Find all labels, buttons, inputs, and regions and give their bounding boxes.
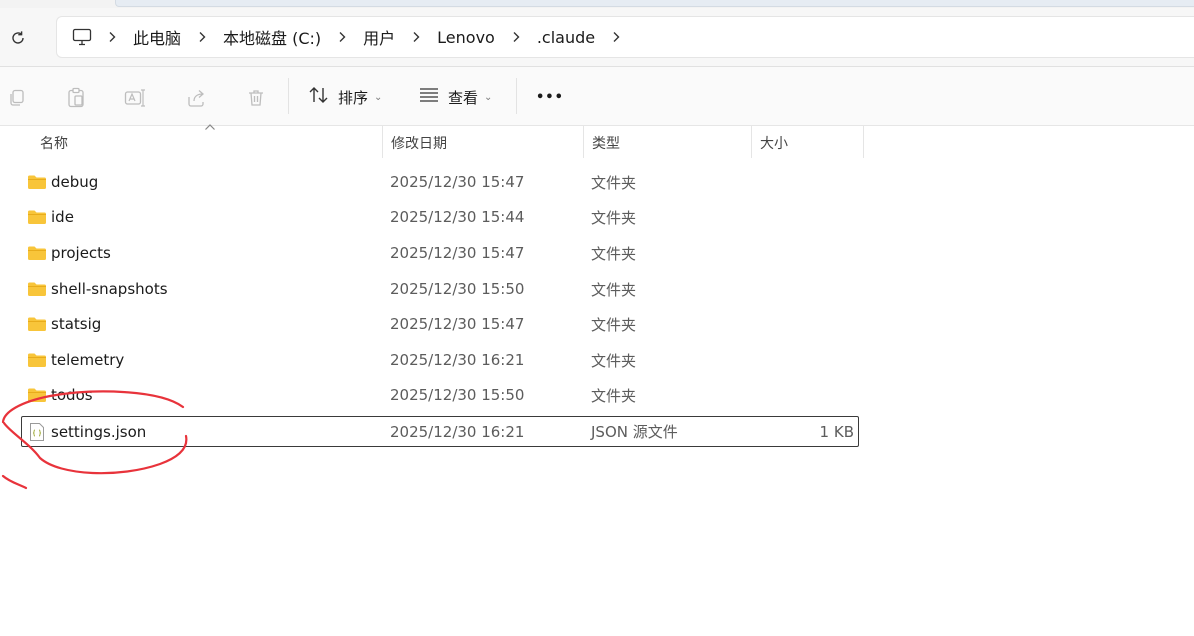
file-name: projects	[51, 244, 111, 262]
folder-icon	[27, 172, 47, 192]
view-button[interactable]: 查看 ⌄	[418, 81, 492, 113]
list-item-selected-file[interactable]: settings.json 2025/12/30 16:21 JSON 源文件 …	[21, 416, 859, 447]
file-date: 2025/12/30 15:50	[390, 280, 525, 298]
breadcrumb-claude[interactable]: .claude	[529, 24, 603, 51]
file-name: settings.json	[51, 422, 147, 441]
breadcrumb-chevron-icon[interactable]	[503, 24, 529, 50]
file-name: debug	[51, 173, 99, 191]
breadcrumb-lenovo[interactable]: Lenovo	[429, 24, 503, 51]
command-bar	[0, 67, 1194, 125]
breadcrumb-chevron-icon[interactable]	[403, 24, 429, 50]
breadcrumb-chevron-icon[interactable]	[99, 24, 125, 50]
list-item-folder[interactable]: debug 2025/12/30 15:47 文件夹	[21, 165, 859, 199]
breadcrumb-chevron-icon[interactable]	[603, 24, 629, 50]
list-item-folder[interactable]: statsig 2025/12/30 15:47 文件夹	[21, 307, 859, 341]
file-date: 2025/12/30 16:21	[390, 351, 525, 369]
list-item-folder[interactable]: ide 2025/12/30 15:44 文件夹	[21, 200, 859, 234]
file-name: telemetry	[51, 351, 125, 369]
list-item-folder[interactable]: projects 2025/12/30 15:47 文件夹	[21, 236, 859, 270]
delete-icon[interactable]	[242, 84, 270, 112]
sort-button[interactable]: 排序 ⌄	[308, 81, 382, 113]
breadcrumb-this-pc[interactable]: 此电脑	[125, 21, 189, 53]
breadcrumb-local-disk[interactable]: 本地磁盘 (C:)	[215, 21, 329, 53]
file-name: todos	[51, 386, 93, 404]
tab-strip-edge	[115, 0, 1194, 7]
list-item-folder[interactable]: telemetry 2025/12/30 16:21 文件夹	[21, 343, 859, 377]
file-date: 2025/12/30 15:47	[390, 173, 525, 191]
breadcrumb-chevron-icon[interactable]	[329, 24, 355, 50]
folder-icon	[27, 385, 47, 405]
file-size: 1 KB	[819, 422, 854, 441]
file-type: 文件夹	[591, 351, 637, 370]
refresh-icon[interactable]	[6, 26, 30, 50]
toolbar-separator	[516, 78, 517, 114]
file-type: 文件夹	[591, 244, 637, 263]
sort-icon	[308, 85, 330, 109]
address-bar[interactable]: 此电脑 本地磁盘 (C:) 用户 Lenovo .claude	[56, 16, 1194, 58]
file-type: 文件夹	[591, 208, 637, 227]
folder-icon	[27, 243, 47, 263]
file-type: 文件夹	[591, 280, 637, 299]
folder-icon	[27, 314, 47, 334]
folder-icon	[27, 207, 47, 227]
file-type: 文件夹	[591, 173, 637, 192]
folder-icon	[27, 279, 47, 299]
chevron-down-icon: ⌄	[374, 91, 383, 103]
view-label: 查看	[448, 88, 479, 107]
file-date: 2025/12/30 15:47	[390, 315, 525, 333]
paste-icon[interactable]	[62, 84, 90, 112]
column-header-type[interactable]: 类型	[584, 126, 751, 160]
this-pc-icon[interactable]	[71, 26, 93, 48]
file-date: 2025/12/30 15:44	[390, 208, 525, 226]
file-name: ide	[51, 208, 74, 226]
file-date: 2025/12/30 16:21	[390, 422, 525, 441]
column-divider[interactable]	[863, 126, 864, 158]
column-header-size[interactable]: 大小	[752, 126, 863, 160]
file-type: 文件夹	[591, 315, 637, 334]
toolbar-separator	[288, 78, 289, 114]
file-date: 2025/12/30 15:50	[390, 386, 525, 404]
file-name: statsig	[51, 315, 102, 333]
more-options-button[interactable]: •••	[536, 81, 564, 113]
file-name: shell-snapshots	[51, 280, 168, 298]
chevron-down-icon: ⌄	[484, 91, 493, 103]
list-item-folder[interactable]: todos 2025/12/30 15:50 文件夹	[21, 378, 859, 412]
json-file-icon	[27, 422, 47, 442]
breadcrumb-chevron-icon[interactable]	[189, 24, 215, 50]
view-list-icon	[418, 86, 440, 108]
copy-icon[interactable]	[3, 84, 31, 112]
column-header-name[interactable]: 名称	[32, 126, 382, 160]
sort-label: 排序	[338, 88, 369, 107]
file-date: 2025/12/30 15:47	[390, 244, 525, 262]
column-header-date[interactable]: 修改日期	[383, 126, 583, 160]
share-icon[interactable]	[182, 84, 210, 112]
breadcrumb-users[interactable]: 用户	[355, 21, 403, 53]
file-type: 文件夹	[591, 386, 637, 405]
rename-icon[interactable]	[121, 84, 149, 112]
file-type: JSON 源文件	[591, 423, 678, 441]
folder-icon	[27, 350, 47, 370]
list-item-folder[interactable]: shell-snapshots 2025/12/30 15:50 文件夹	[21, 272, 859, 306]
